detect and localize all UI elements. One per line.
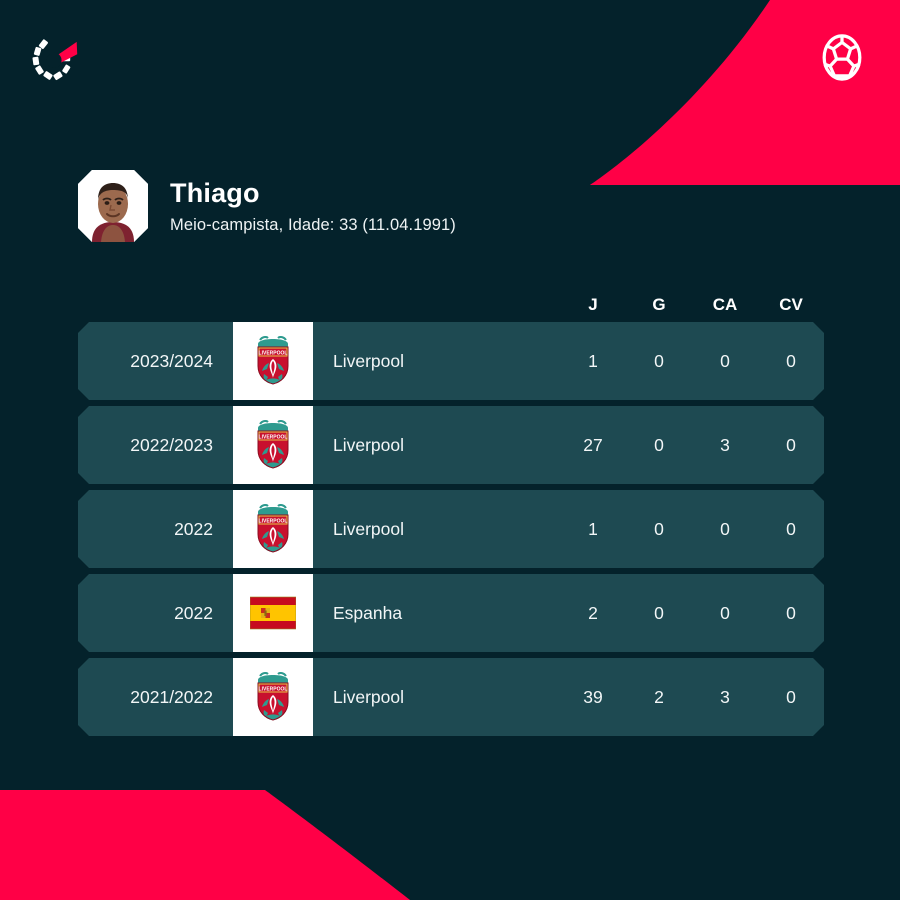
cell-g: 0 [654, 518, 664, 539]
column-header-j: J [588, 295, 598, 314]
header-bar [0, 0, 900, 120]
svg-text:LIVERPOOL: LIVERPOOL [259, 350, 288, 356]
cell-season: 2022/2023 [130, 434, 213, 455]
table-row[interactable]: 2022/2023 LIVERPOOL Liverpool 27 0 3 0 [78, 406, 824, 484]
player-text-block: Thiago Meio-campista, Idade: 33 (11.04.1… [170, 178, 456, 235]
svg-text:LIVERPOOL: LIVERPOOL [259, 434, 288, 440]
column-header-ca: CA [712, 295, 738, 314]
cell-j: 1 [588, 518, 598, 539]
cell-g: 2 [654, 686, 664, 707]
cell-cv: 0 [786, 434, 796, 455]
cell-team-name: Liverpool [333, 518, 405, 539]
avatar [78, 170, 148, 242]
svg-text:LIVERPOOL: LIVERPOOL [259, 518, 288, 524]
table-body: 2023/2024 LIVERPOOL Liverpool 1 0 0 0 2022/20… [78, 322, 824, 736]
column-header-cv: CV [779, 295, 803, 314]
cell-team-badge: LIVERPOOL [233, 658, 313, 736]
cell-cv: 0 [786, 602, 796, 623]
player-stats-card: Thiago Meio-campista, Idade: 33 (11.04.1… [0, 0, 900, 900]
cell-j: 2 [588, 602, 598, 623]
cell-season: 2021/2022 [130, 686, 213, 707]
svg-text:LIVERPOOL: LIVERPOOL [259, 686, 288, 692]
decorative-shape-bottom-left [0, 790, 410, 900]
cell-j: 1 [588, 350, 598, 371]
soccer-ball-icon [822, 34, 862, 81]
cell-team-badge [233, 574, 313, 652]
player-portrait-icon [78, 170, 148, 242]
cell-j: 27 [583, 434, 603, 455]
cell-ca: 0 [720, 518, 730, 539]
column-header-g: G [652, 295, 666, 314]
cell-j: 39 [583, 686, 603, 707]
cell-ca: 0 [720, 602, 730, 623]
player-identity: Thiago Meio-campista, Idade: 33 (11.04.1… [78, 170, 456, 242]
cell-season: 2022 [174, 602, 213, 623]
liverpool-crest-icon: LIVERPOOL [257, 504, 289, 553]
cell-team-badge: LIVERPOOL [233, 490, 313, 568]
stats-table: J G CA CV 2023/2024 LIVERPOOL Liverpool 1… [78, 288, 824, 742]
table-row[interactable]: 2023/2024 LIVERPOOL Liverpool 1 0 0 0 [78, 322, 824, 400]
spain-flag-icon [250, 596, 296, 630]
table-row[interactable]: 2021/2022 LIVERPOOL Liverpool 39 2 3 0 [78, 658, 824, 736]
player-meta: Meio-campista, Idade: 33 (11.04.1991) [170, 215, 456, 234]
cell-team-name: Espanha [333, 602, 403, 623]
cell-g: 0 [654, 602, 664, 623]
cell-ca: 3 [720, 434, 730, 455]
table-row[interactable]: 2022 LIVERPOOL Liverpool 1 0 0 0 [78, 490, 824, 568]
liverpool-crest-icon: LIVERPOOL [257, 420, 289, 469]
cell-team-badge: LIVERPOOL [233, 406, 313, 484]
onefootball-speedometer-logo-icon [32, 39, 78, 81]
cell-g: 0 [654, 434, 664, 455]
cell-team-badge: LIVERPOOL [233, 322, 313, 400]
liverpool-crest-icon: LIVERPOOL [257, 336, 289, 385]
cell-team-name: Liverpool [333, 686, 405, 707]
cell-cv: 0 [786, 686, 796, 707]
table-row[interactable]: 2022 Espanha 2 0 0 0 [78, 574, 824, 652]
player-name: Thiago [170, 177, 260, 208]
table-header-row: J G CA CV [78, 288, 824, 322]
cell-ca: 0 [720, 350, 730, 371]
cell-season: 2023/2024 [130, 350, 213, 371]
cell-cv: 0 [786, 518, 796, 539]
cell-g: 0 [654, 350, 664, 371]
cell-season: 2022 [174, 518, 213, 539]
liverpool-crest-icon: LIVERPOOL [257, 672, 289, 721]
cell-ca: 3 [720, 686, 730, 707]
cell-team-name: Liverpool [333, 350, 405, 371]
cell-team-name: Liverpool [333, 434, 405, 455]
cell-cv: 0 [786, 350, 796, 371]
